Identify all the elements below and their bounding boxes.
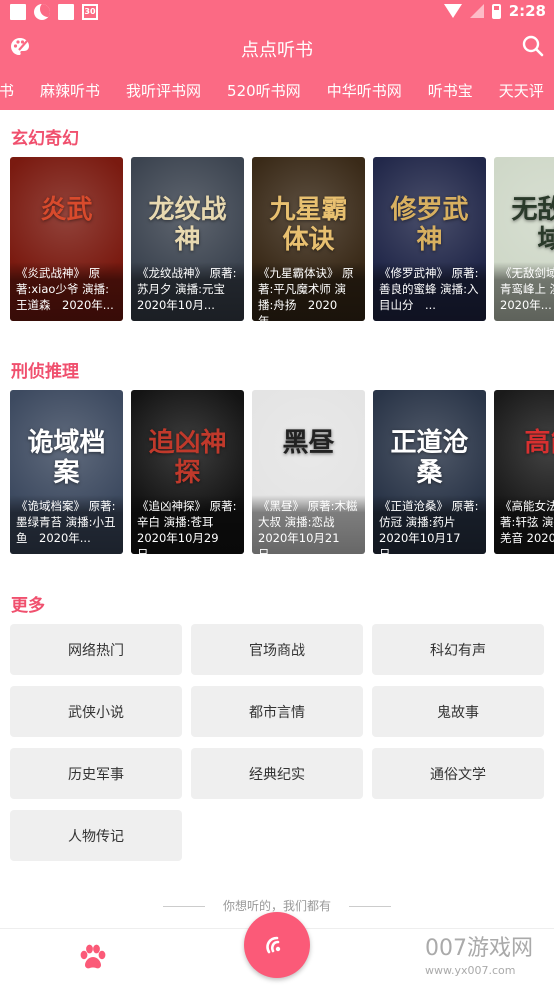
notification-square-icon — [58, 4, 74, 20]
book-cover-title: 修罗武神 — [390, 195, 469, 255]
player-fab-button[interactable] — [244, 912, 310, 978]
book-cover-title: 黑昼 — [282, 428, 335, 458]
battery-icon — [491, 3, 501, 19]
book-caption: 《九星霸体诀》 原著:平凡魔术师 演播:舟扬 2020年... — [252, 262, 365, 321]
source-tab[interactable]: 中华听书网 — [327, 80, 402, 101]
category-button[interactable]: 武侠小说 — [10, 686, 182, 737]
book-card[interactable]: 诡域档案《诡域档案》 原著:墨绿青苔 演播:小丑鱼 2020年... — [10, 390, 123, 554]
category-button[interactable]: 经典纪实 — [191, 748, 363, 799]
book-cover-title: 追凶神探 — [148, 428, 227, 488]
source-tab[interactable]: 麻辣听书 — [40, 80, 100, 101]
book-caption: 《黑昼》 原著:木糍大叔 演播:恋战 2020年10月21日... — [252, 495, 365, 554]
book-caption: 《修罗武神》 原著:善良的蜜蜂 演播:入目山分 ... — [373, 262, 486, 321]
app-title: 点点听书 — [241, 40, 313, 61]
watermark-logo: 007游戏网 www.yx007.com — [425, 930, 550, 986]
section-title-more: 更多 — [11, 596, 45, 616]
book-card[interactable]: 追凶神探《追凶神探》 原著:辛白 演播:苍耳 2020年10月29日... — [131, 390, 244, 554]
calendar-icon: 30 — [82, 4, 98, 20]
book-caption: 《正道沧桑》 原著:仿冠 演播:药片 2020年10月17日... — [373, 495, 486, 554]
book-caption: 《诡域档案》 原著:墨绿青苔 演播:小丑鱼 2020年... — [10, 495, 123, 554]
source-tab[interactable]: 我听评书网 — [126, 80, 201, 101]
book-cover-title: 正道沧桑 — [390, 428, 469, 488]
status-bar: 30 2:28 — [0, 0, 554, 24]
book-cover-title: 九星霸体诀 — [269, 195, 348, 255]
book-caption: 《高能女法医》 原著:轩弦 演播:岛屿羌音 2020年... — [494, 495, 554, 554]
book-cover-title: 炎武 — [40, 195, 93, 225]
category-button[interactable]: 官场商战 — [191, 624, 363, 675]
book-cover-title: 龙纹战神 — [148, 195, 227, 255]
app-bar: 点点听书 — [0, 24, 554, 72]
source-tab[interactable]: 听书宝 — [428, 80, 473, 101]
watermark-line1: 007游戏网 — [425, 936, 533, 961]
search-icon[interactable] — [522, 35, 544, 61]
notification-square-icon — [10, 4, 26, 20]
book-card[interactable]: 炎武《炎武战神》 原著:xiao少爷 演播:王道森 2020年... — [10, 157, 123, 321]
book-card[interactable]: 龙纹战神《龙纹战神》 原著:苏月夕 演播:元宝 2020年10月... — [131, 157, 244, 321]
book-card[interactable]: 正道沧桑《正道沧桑》 原著:仿冠 演播:药片 2020年10月17日... — [373, 390, 486, 554]
source-tab[interactable]: 听书 — [0, 80, 14, 101]
book-card[interactable]: 黑昼《黑昼》 原著:木糍大叔 演播:恋战 2020年10月21日... — [252, 390, 365, 554]
status-time: 2:28 — [508, 2, 546, 20]
book-cover-title: 无敌剑域 — [511, 195, 554, 255]
category-button[interactable]: 历史军事 — [10, 748, 182, 799]
status-bar-left-icons: 30 — [10, 4, 98, 20]
moon-icon — [34, 4, 50, 20]
book-card[interactable]: 无敌剑域《无敌剑域》 原著:青鸾峰上 演播:永远 2020年... — [494, 157, 554, 321]
book-caption: 《龙纹战神》 原著:苏月夕 演播:元宝 2020年10月... — [131, 262, 244, 321]
category-button[interactable]: 网络热门 — [10, 624, 182, 675]
category-button[interactable]: 鬼故事 — [372, 686, 544, 737]
section-title-fantasy: 玄幻奇幻 — [11, 129, 79, 149]
signal-icon — [469, 4, 484, 18]
headphone-icon — [266, 936, 281, 954]
book-cover-title: 诡域档案 — [27, 428, 106, 488]
category-button[interactable]: 都市言情 — [191, 686, 363, 737]
section-title-detective: 刑侦推理 — [11, 362, 79, 382]
watermark-line2: www.yx007.com — [425, 964, 516, 977]
book-caption: 《炎武战神》 原著:xiao少爷 演播:王道森 2020年... — [10, 262, 123, 321]
book-row-fantasy: 炎武 《炎武战神》 原著:xiao少爷 演播:王道森 2020年... 龙纹战神 《龙… — [10, 157, 554, 321]
divider — [349, 906, 391, 907]
book-card[interactable]: 修罗武神《修罗武神》 原著:善良的蜜蜂 演播:入目山分 ... — [373, 157, 486, 321]
source-tab[interactable]: 天天评 — [499, 80, 544, 101]
footer-text: 你想听的，我们都有 — [222, 899, 331, 913]
book-caption: 《无敌剑域》 原著:青鸾峰上 演播:永远 2020年... — [494, 262, 554, 321]
source-tabs: 听书 麻辣听书 我听评书网 520听书网 中华听书网 听书宝 天天评 — [0, 72, 554, 110]
book-card[interactable]: 高能《高能女法医》 原著:轩弦 演播:岛屿羌音 2020年... — [494, 390, 554, 554]
wifi-icon — [443, 4, 462, 18]
category-button[interactable]: 人物传记 — [10, 810, 182, 861]
book-cover-title: 高能 — [524, 428, 554, 458]
paw-icon[interactable] — [78, 944, 108, 976]
category-button[interactable]: 科幻有声 — [372, 624, 544, 675]
category-button[interactable]: 通俗文学 — [372, 748, 544, 799]
source-tab[interactable]: 520听书网 — [227, 80, 301, 101]
status-bar-right: 2:28 — [443, 2, 546, 20]
divider — [162, 906, 205, 907]
book-caption: 《追凶神探》 原著:辛白 演播:苍耳 2020年10月29日... — [131, 495, 244, 554]
book-row-detective: 诡域档案 《诡域档案》 原著:墨绿青苔 演播:小丑鱼 2020年... 追凶神探 《追… — [10, 390, 554, 554]
book-card[interactable]: 九星霸体诀《九星霸体诀》 原著:平凡魔术师 演播:舟扬 2020年... — [252, 157, 365, 321]
